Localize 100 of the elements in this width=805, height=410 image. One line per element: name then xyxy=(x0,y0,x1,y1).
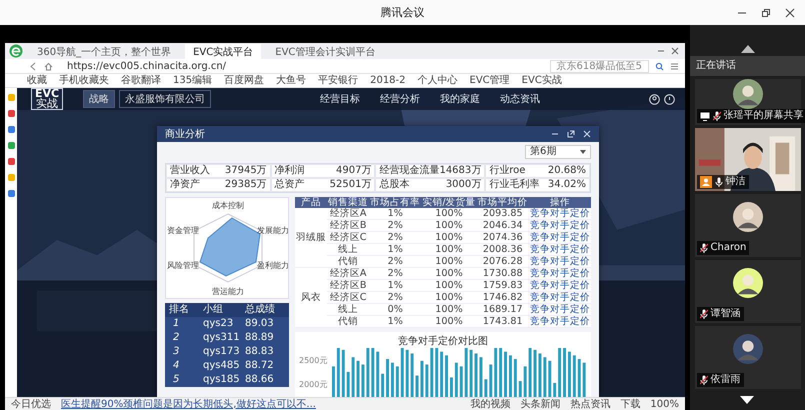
scroll-down-icon[interactable] xyxy=(740,396,754,404)
chart-bar xyxy=(362,364,365,397)
stat-cell: 总股本 3000万 xyxy=(375,178,486,192)
radar-axis-label: 盈利能力 xyxy=(257,261,289,270)
search-icon[interactable] xyxy=(655,62,664,70)
stat-cell: 总资产 52501万 xyxy=(270,178,376,192)
table-cell: 经济区A xyxy=(327,268,370,280)
action-link[interactable]: 竞争对手定价 xyxy=(530,244,590,255)
column-header: 市场占有率 xyxy=(369,197,422,208)
chart-bar xyxy=(534,350,537,397)
news-link[interactable]: 医生提醒90%颈椎问题是因为长期低头,做好这点可以不... xyxy=(61,398,316,410)
status-label[interactable]: 热点资讯 xyxy=(570,398,610,410)
browser-logo-icon[interactable] xyxy=(9,44,23,58)
bookmark-link[interactable]: EVC实战 xyxy=(522,74,562,86)
table-cell: 100% xyxy=(421,220,477,232)
bookmark-link[interactable]: 收藏 xyxy=(27,74,47,86)
search-field[interactable]: 京东618爆品低至5 xyxy=(550,60,649,72)
action-link[interactable]: 竞争对手定价 xyxy=(530,316,590,327)
action-link[interactable]: 竞争对手定价 xyxy=(530,280,590,291)
chart-bar xyxy=(391,362,394,397)
status-label[interactable]: 100% xyxy=(650,398,679,410)
table-cell-text: 89.03 xyxy=(245,317,275,331)
home-icon[interactable] xyxy=(44,62,53,70)
bookmark-link[interactable]: 135编辑 xyxy=(173,74,212,86)
chart-bar xyxy=(382,374,384,397)
table-cell: 100% xyxy=(421,208,477,220)
action-link[interactable]: 竞争对手定价 xyxy=(530,256,590,267)
status-label[interactable]: 头条新闻 xyxy=(520,398,560,410)
table-cell: 羽绒服 xyxy=(295,208,328,268)
chart-bar xyxy=(386,359,390,397)
column-header: 小组 xyxy=(203,303,224,317)
chart-bar xyxy=(416,376,419,397)
action-link[interactable]: 竞争对手定价 xyxy=(530,232,590,243)
table-cell: 2% xyxy=(369,232,422,244)
participant-name: 张瑶平的屏幕共享 xyxy=(724,110,804,122)
restore-icon[interactable] xyxy=(761,8,771,18)
nav-link[interactable]: 经营目标 xyxy=(312,92,368,106)
chart-bar xyxy=(490,364,493,397)
sidebar-app-icon[interactable] xyxy=(8,158,14,165)
table-cell: 1% xyxy=(369,280,422,292)
user-icon[interactable] xyxy=(649,94,660,104)
table-cell: 1% xyxy=(369,244,422,256)
bookmark-link[interactable]: 大鱼号 xyxy=(276,74,306,86)
back-icon[interactable] xyxy=(29,62,38,70)
nav-link[interactable]: 我的家庭 xyxy=(432,92,488,106)
company-tab[interactable]: 战略 xyxy=(83,90,116,108)
chart-bar xyxy=(519,381,522,397)
sidebar-app-icon[interactable] xyxy=(8,142,14,149)
chart-bar xyxy=(337,348,340,397)
table-cell: 2% xyxy=(369,220,422,232)
bookmark-link[interactable]: 手机收藏夹 xyxy=(59,74,109,86)
status-label[interactable]: 今日优选 xyxy=(11,398,51,410)
chart-bar xyxy=(420,360,424,397)
action-link[interactable]: 竞争对手定价 xyxy=(530,304,590,315)
chart-bar xyxy=(484,379,488,397)
chart-bar xyxy=(578,359,582,397)
table-cell-text: qys485 xyxy=(203,359,241,373)
table-cell: 代销 xyxy=(327,316,370,328)
sidebar-app-icon[interactable] xyxy=(8,126,14,133)
bookmark-link[interactable]: 2018-2 xyxy=(370,74,406,86)
browser-tab[interactable]: EVC实战平台 xyxy=(185,44,262,58)
action-link[interactable]: 竞争对手定价 xyxy=(530,292,590,303)
table-cell: 2076.28 xyxy=(476,256,529,268)
column-header: 操作 xyxy=(528,197,591,208)
site-logo[interactable]: EVC 实战 xyxy=(31,88,64,110)
action-link[interactable]: 竞争对手定价 xyxy=(530,268,590,279)
chart-bar xyxy=(500,348,502,397)
bookmark-link[interactable]: 个人中心 xyxy=(418,74,458,86)
table-cell-text: qys185 xyxy=(203,373,241,387)
chart-bar xyxy=(538,354,542,397)
company-tab[interactable]: 永盛服饰有限公司 xyxy=(119,90,212,108)
popout-icon[interactable] xyxy=(567,130,575,138)
bookmark-link[interactable]: 百度网盘 xyxy=(224,74,264,86)
participant-name: Charon xyxy=(710,242,746,254)
close-icon[interactable] xyxy=(785,8,795,18)
table-cell-text: 4 xyxy=(172,359,180,373)
table-cell: 1% xyxy=(369,316,422,328)
table-cell-text: 88.72 xyxy=(245,359,275,373)
status-label[interactable]: 下载 xyxy=(620,398,640,410)
chart-bar xyxy=(524,366,528,397)
scroll-up-icon[interactable] xyxy=(740,45,754,53)
status-label[interactable]: 我的视频 xyxy=(470,398,510,410)
browser-tab[interactable]: EVC管理会计实训平台 xyxy=(267,44,384,58)
bookmark-link[interactable]: 平安银行 xyxy=(318,74,358,86)
close-icon[interactable] xyxy=(671,47,679,55)
address-field[interactable]: https://evc005.chinacita.org.cn/ xyxy=(59,60,226,72)
nav-link[interactable]: 经营分析 xyxy=(372,92,428,106)
bookmark-link[interactable]: 谷歌翻译 xyxy=(121,74,161,86)
action-link[interactable]: 竞争对手定价 xyxy=(530,220,590,231)
action-link[interactable]: 竞争对手定价 xyxy=(530,208,590,219)
period-select[interactable]: 第6期 xyxy=(525,145,591,159)
sidebar-app-icon[interactable] xyxy=(8,110,14,117)
chart-bar xyxy=(342,350,346,397)
nav-link[interactable]: 动态资讯 xyxy=(492,92,548,106)
menu-icon[interactable] xyxy=(670,62,679,70)
sidebar-app-icon[interactable] xyxy=(8,190,14,197)
power-icon[interactable] xyxy=(664,94,676,104)
table-cell: 经济区B xyxy=(327,220,370,232)
bookmark-link[interactable]: EVC管理 xyxy=(470,74,510,86)
browser-tab[interactable]: 360导航_一个主页，整个世界 xyxy=(29,44,180,58)
